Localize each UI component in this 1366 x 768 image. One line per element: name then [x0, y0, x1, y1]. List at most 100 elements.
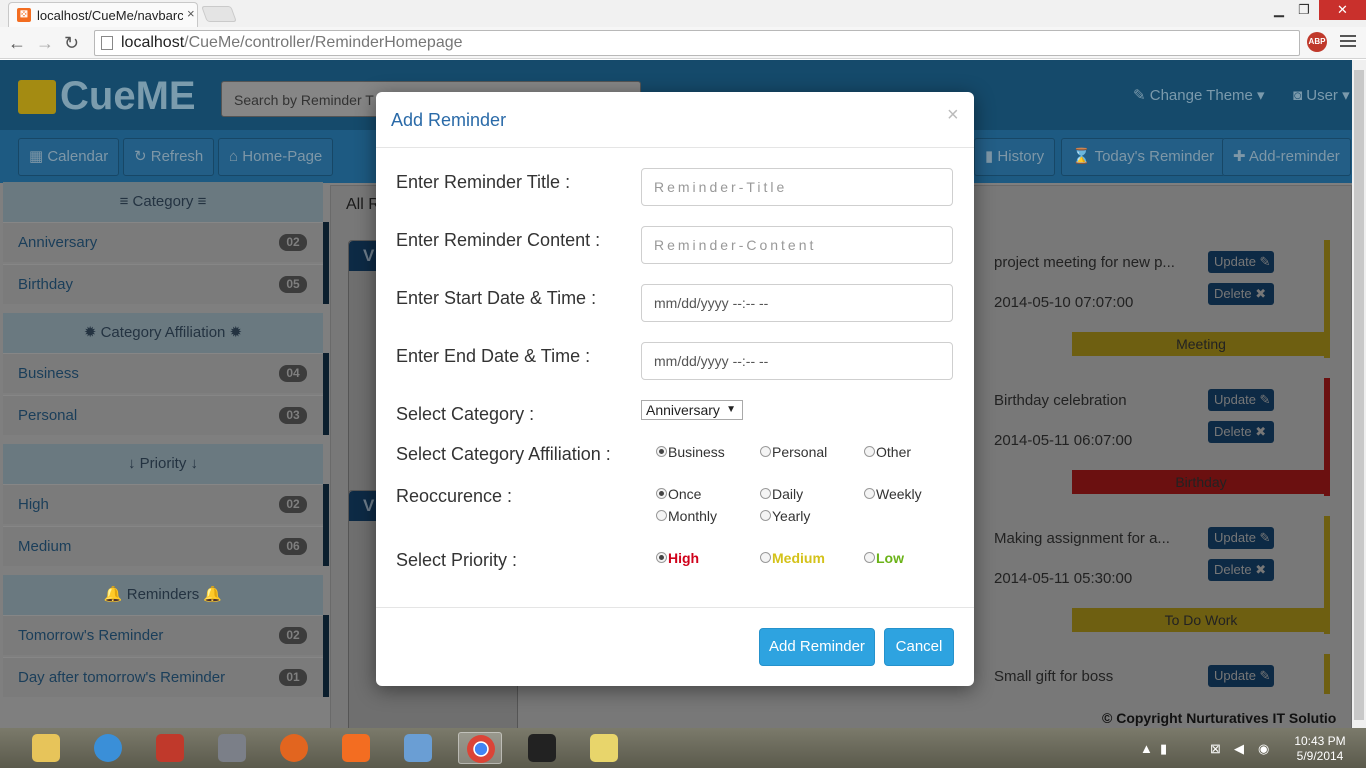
refresh-icon: ↻ — [134, 148, 151, 165]
panel-title: All R — [346, 196, 380, 213]
delete-button[interactable]: Delete ✖ — [1208, 421, 1274, 443]
change-theme-dropdown[interactable]: ✎ Change Theme ▾ — [1133, 86, 1265, 104]
update-button[interactable]: Update ✎ — [1208, 251, 1274, 273]
new-tab-button[interactable] — [201, 6, 237, 22]
xampp-favicon-icon: ⊠ — [17, 8, 31, 22]
page-scrollbar[interactable] — [1352, 60, 1366, 730]
browser-menu-icon[interactable] — [1340, 35, 1356, 49]
divider — [376, 147, 974, 148]
sidebar-item-medium[interactable]: Medium 06 — [3, 526, 323, 566]
forward-icon[interactable]: → — [36, 33, 54, 53]
restore-button[interactable]: ❐ — [1293, 0, 1315, 20]
radio-monthly[interactable]: Monthly — [656, 508, 717, 524]
radio-once[interactable]: Once — [656, 486, 701, 502]
clock-time: 10:43 PM — [1294, 734, 1346, 748]
end-label: Enter End Date & Time : — [396, 346, 591, 366]
tab-title: localhost/CueMe/navbarc — [37, 8, 183, 23]
reminder-card: Birthday celebration 2014-05-11 06:07:00… — [972, 378, 1330, 496]
filezilla-icon[interactable] — [148, 732, 192, 764]
edit-icon: ✎ — [1133, 87, 1150, 104]
adblock-icon[interactable]: ABP — [1307, 32, 1327, 52]
reload-icon[interactable]: ↻ — [64, 33, 79, 53]
count-badge: 05 — [279, 276, 307, 293]
radio-daily[interactable]: Daily — [760, 486, 803, 502]
firefox-icon[interactable] — [272, 732, 316, 764]
radio-yearly[interactable]: Yearly — [760, 508, 810, 524]
radio-weekly[interactable]: Weekly — [864, 486, 922, 502]
add-reminder-nav-button[interactable]: ✚ Add-reminder — [1222, 138, 1351, 176]
virtualbox-icon[interactable] — [396, 732, 440, 764]
xampp-icon[interactable] — [334, 732, 378, 764]
reminder-date: 2014-05-10 07:07:00 — [994, 294, 1134, 311]
card-accent — [1324, 240, 1330, 358]
sidebar-item-tomorrow[interactable]: Tomorrow's Reminder 02 — [3, 615, 323, 655]
delete-button[interactable]: Delete ✖ — [1208, 559, 1274, 581]
end-datetime-input[interactable]: mm/dd/yyyy --:-- -- — [641, 342, 953, 380]
reminder-content-input[interactable]: Reminder-Content — [641, 226, 953, 264]
system-clock[interactable]: 10:43 PM 5/9/2014 — [1280, 734, 1360, 764]
user-dropdown[interactable]: ◙ User ▾ — [1293, 86, 1350, 104]
blackberry-icon[interactable] — [520, 732, 564, 764]
internet-explorer-icon[interactable] — [86, 732, 130, 764]
card-accent — [1324, 378, 1330, 496]
reminder-title: Small gift for boss — [994, 668, 1114, 685]
modal-title: Add Reminder — [391, 110, 507, 130]
tab-close-icon[interactable]: × — [187, 6, 195, 21]
plus-icon: ✚ — [1233, 148, 1249, 165]
category-label: Select Category : — [396, 404, 535, 424]
category-select[interactable]: Anniversary ▼ — [641, 400, 743, 420]
browser-tab-bar: ⊠ localhost/CueMe/navbarc × ▁ ❐ ✕ — [0, 0, 1366, 27]
radio-other[interactable]: Other — [864, 444, 911, 460]
back-icon[interactable]: ← — [8, 33, 26, 53]
radio-business[interactable]: Business — [656, 444, 725, 460]
calendar-button[interactable]: ▦ Calendar — [18, 138, 120, 176]
filter-panel-header: V — [349, 491, 379, 521]
refresh-button[interactable]: ↻ Refresh — [123, 138, 215, 176]
show-hidden-icons-icon[interactable]: ▲ — [1140, 741, 1153, 756]
recurrence-label: Reoccurence : — [396, 486, 513, 506]
volume-icon[interactable]: ◀ — [1234, 741, 1244, 757]
sidebar-item-day-after-tomorrow[interactable]: Day after tomorrow's Reminder 01 — [3, 657, 323, 697]
affiliation-label: Select Category Affiliation : — [396, 444, 611, 464]
sidebar-item-anniversary[interactable]: Anniversary 02 — [3, 222, 323, 262]
signal-icon[interactable]: ▮ — [1160, 741, 1167, 757]
cancel-button[interactable]: Cancel — [884, 628, 954, 666]
sidebar-item-birthday[interactable]: Birthday 05 — [3, 264, 323, 304]
logo-text: CueME — [60, 74, 196, 118]
history-button[interactable]: ▮ History — [974, 138, 1056, 176]
todays-reminder-button[interactable]: ⌛ Today's Reminder — [1061, 138, 1226, 176]
browser-tab[interactable]: ⊠ localhost/CueMe/navbarc × — [8, 2, 198, 27]
sidebar-item-business[interactable]: Business 04 — [3, 353, 323, 393]
sidebar: ≡ Category ≡ Anniversary 02 Birthday 05 ✹ … — [3, 182, 329, 702]
home-page-button[interactable]: ⌂ Home-Page — [218, 138, 334, 176]
network-icon[interactable]: ◉ — [1258, 741, 1269, 757]
firewall-icon[interactable] — [210, 732, 254, 764]
star-app-icon[interactable] — [582, 732, 626, 764]
modal-close-icon[interactable]: × — [947, 104, 959, 127]
count-badge: 04 — [279, 365, 307, 382]
priority-heading: ↓ Priority ↓ — [3, 444, 323, 484]
camera-icon: ◙ — [1293, 87, 1307, 104]
browser-nav-bar: ← → ↻ localhost/CueMe/controller/Reminde… — [0, 27, 1366, 59]
add-reminder-button[interactable]: Add Reminder — [759, 628, 875, 666]
sidebar-item-high[interactable]: High 02 — [3, 484, 323, 524]
radio-personal[interactable]: Personal — [760, 444, 827, 460]
radio-high[interactable]: High — [656, 550, 699, 566]
update-button[interactable]: Update ✎ — [1208, 527, 1274, 549]
file-explorer-icon[interactable] — [24, 732, 68, 764]
start-datetime-input[interactable]: mm/dd/yyyy --:-- -- — [641, 284, 953, 322]
update-button[interactable]: Update ✎ — [1208, 665, 1274, 687]
chrome-icon[interactable] — [458, 732, 502, 764]
minimize-button[interactable]: ▁ — [1268, 0, 1290, 20]
address-bar[interactable]: localhost/CueMe/controller/ReminderHomep… — [94, 30, 1300, 56]
window-close-button[interactable]: ✕ — [1319, 0, 1366, 20]
delete-button[interactable]: Delete ✖ — [1208, 283, 1274, 305]
reminder-date: 2014-05-11 06:07:00 — [994, 432, 1133, 449]
radio-medium[interactable]: Medium — [760, 550, 825, 566]
radio-low[interactable]: Low — [864, 550, 904, 566]
xampp-tray-icon[interactable]: ⊠ — [1210, 741, 1221, 757]
update-button[interactable]: Update ✎ — [1208, 389, 1274, 411]
reminder-title-input[interactable]: Reminder-Title — [641, 168, 953, 206]
count-badge: 02 — [279, 496, 307, 513]
sidebar-item-personal[interactable]: Personal 03 — [3, 395, 323, 435]
